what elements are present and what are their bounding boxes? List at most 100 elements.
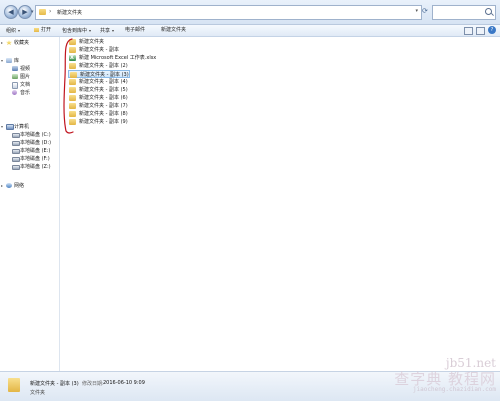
folder-icon	[69, 79, 76, 85]
chevron-down-icon: ▾	[18, 28, 21, 33]
recent-pages-dropdown[interactable]: ▾	[31, 9, 34, 15]
chevron-down-icon: ▾	[112, 28, 115, 33]
include-in-library-label: 包含到库中	[62, 28, 88, 34]
folder-icon	[34, 27, 39, 32]
file-name: 新建文件夹	[79, 39, 105, 45]
share-label: 共享	[100, 28, 111, 34]
file-item-selected[interactable]: 新建文件夹 - 副本 (3)	[68, 70, 130, 78]
nav-library-label: 图片	[20, 74, 31, 80]
refresh-icon[interactable]: ⟳	[422, 7, 428, 15]
nav-network-label: 网络	[14, 183, 25, 189]
music-icon	[12, 90, 17, 95]
file-name: 新建文件夹 - 副本 (9)	[79, 119, 128, 125]
navigation-pane: ▸ 收藏夹 ▾ 库 视频 图片 文档 音乐 ▾ 计算机 本地磁盘 (C:) 本地…	[0, 37, 60, 371]
address-dropdown-icon[interactable]: ▾	[415, 8, 418, 14]
drive-icon	[12, 149, 20, 154]
expand-icon[interactable]: ▸	[1, 182, 3, 190]
drive-icon	[12, 133, 20, 138]
address-field[interactable]: › 新建文件夹 ▾	[35, 5, 422, 20]
nav-libraries-label: 库	[14, 58, 20, 64]
nav-computer-label: 计算机	[14, 124, 30, 130]
folder-icon	[69, 47, 76, 53]
file-item[interactable]: 新建 Microsoft Excel 工作表.xlsx	[68, 54, 228, 62]
nav-drive-label: 本地磁盘 (C:)	[20, 132, 51, 138]
nav-library-label: 音乐	[20, 90, 31, 96]
file-item[interactable]: 新建文件夹 - 副本	[68, 46, 228, 54]
address-bar-area: ◀ ▶ ▾ › 新建文件夹 ▾ ⟳	[0, 0, 500, 25]
document-icon	[12, 82, 18, 89]
preview-pane-icon[interactable]	[476, 27, 485, 35]
file-item[interactable]: 新建文件夹 - 副本 (7)	[68, 102, 228, 110]
file-item[interactable]: 新建文件夹 - 副本 (9)	[68, 118, 228, 126]
file-name: 新建文件夹 - 副本 (7)	[79, 103, 128, 109]
file-item[interactable]: 新建文件夹	[68, 38, 228, 46]
file-item[interactable]: 新建文件夹 - 副本 (2)	[68, 62, 228, 70]
video-icon	[12, 66, 18, 71]
file-name: 新建文件夹 - 副本 (5)	[79, 87, 128, 93]
chevron-down-icon: ▾	[89, 28, 92, 33]
view-options-icon[interactable]	[464, 27, 473, 35]
file-item[interactable]: 新建文件夹 - 副本 (5)	[68, 86, 228, 94]
open-label: 打开	[41, 27, 52, 33]
nav-library-label: 文档	[20, 82, 31, 88]
folder-icon	[69, 87, 76, 93]
explorer-window: ◀ ▶ ▾ › 新建文件夹 ▾ ⟳ 组织 ▾ 打开 包含到库中 ▾ 共享 ▾ 电子邮件	[0, 0, 500, 401]
library-icon	[6, 58, 12, 63]
folder-icon	[8, 378, 20, 392]
folder-icon	[39, 9, 46, 15]
file-name: 新建文件夹 - 副本	[79, 47, 119, 53]
organize-button[interactable]: 组织 ▾	[6, 27, 20, 35]
file-name: 新建文件夹 - 副本 (4)	[79, 79, 128, 85]
drive-icon	[12, 157, 20, 162]
drive-icon	[12, 141, 20, 146]
folder-icon	[69, 63, 76, 69]
details-type: 文件夹	[30, 390, 46, 396]
search-input[interactable]	[432, 5, 496, 20]
command-bar: 组织 ▾ 打开 包含到库中 ▾ 共享 ▾ 电子邮件 新建文件夹 ?	[0, 25, 500, 37]
folder-icon	[69, 95, 76, 101]
expand-icon[interactable]: ▸	[1, 39, 3, 47]
computer-icon	[6, 124, 14, 130]
open-button[interactable]: 打开	[34, 27, 51, 35]
nav-favorites-label: 收藏夹	[14, 40, 30, 46]
folder-icon	[69, 39, 76, 45]
forward-button[interactable]: ▶	[18, 5, 32, 19]
email-label: 电子邮件	[125, 27, 146, 33]
share-button[interactable]: 共享 ▾	[100, 27, 114, 35]
organize-label: 组织	[6, 28, 17, 34]
network-icon	[6, 183, 12, 188]
details-modified-value: 2016-06-10 9:09	[103, 380, 145, 386]
file-name: 新建文件夹 - 副本 (8)	[79, 111, 128, 117]
file-item[interactable]: 新建文件夹 - 副本 (6)	[68, 94, 228, 102]
address-path[interactable]: 新建文件夹	[57, 9, 82, 16]
collapse-icon[interactable]: ▾	[1, 123, 3, 131]
excel-icon	[69, 54, 76, 62]
image-icon	[12, 74, 18, 79]
chevron-right-icon[interactable]: ›	[49, 8, 51, 15]
back-button[interactable]: ◀	[4, 5, 18, 19]
folder-icon	[69, 119, 76, 125]
search-icon[interactable]	[485, 8, 492, 15]
folder-icon	[69, 103, 76, 109]
file-item[interactable]: 新建文件夹 - 副本 (8)	[68, 110, 228, 118]
file-list: 新建文件夹 新建文件夹 - 副本 新建 Microsoft Excel 工作表.…	[60, 37, 500, 371]
file-name: 新建文件夹 - 副本 (6)	[79, 95, 128, 101]
new-folder-button[interactable]: 新建文件夹	[161, 27, 186, 35]
collapse-icon[interactable]: ▾	[1, 57, 3, 65]
nav-drive-label: 本地磁盘 (E:)	[20, 148, 51, 154]
file-name: 新建 Microsoft Excel 工作表.xlsx	[79, 55, 157, 61]
include-in-library-button[interactable]: 包含到库中 ▾	[62, 27, 91, 35]
email-button[interactable]: 电子邮件	[125, 27, 145, 35]
details-pane: 新建文件夹 - 副本 (3) 修改日期: 2016-06-10 9:09 文件夹	[0, 371, 500, 401]
file-item[interactable]: 新建文件夹 - 副本 (4)	[68, 78, 228, 86]
nav-drive-label: 本地磁盘 (D:)	[20, 140, 52, 146]
details-name: 新建文件夹 - 副本 (3)	[30, 381, 79, 387]
help-icon[interactable]: ?	[488, 26, 496, 34]
nav-drive-label: 本地磁盘 (Z:)	[20, 164, 51, 170]
folder-icon	[69, 111, 76, 117]
nav-library-label: 视频	[20, 66, 31, 72]
new-folder-label: 新建文件夹	[161, 27, 187, 33]
file-name: 新建文件夹 - 副本 (2)	[79, 63, 128, 69]
nav-drive-label: 本地磁盘 (F:)	[20, 156, 50, 162]
drive-icon	[12, 165, 20, 170]
